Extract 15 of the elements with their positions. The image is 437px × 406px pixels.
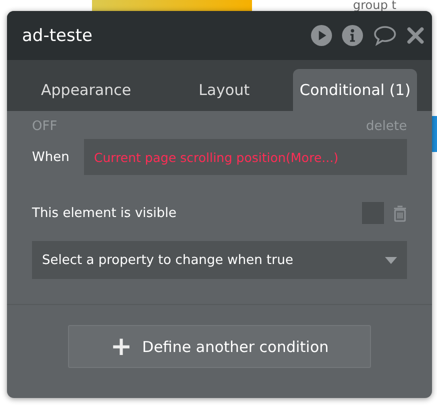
selection-handle bbox=[432, 116, 437, 152]
close-icon[interactable] bbox=[407, 27, 424, 44]
element-label: group t bbox=[353, 0, 396, 12]
comment-icon[interactable] bbox=[373, 25, 397, 46]
panel-title: ad-teste bbox=[22, 26, 94, 46]
caret-icon bbox=[385, 256, 397, 264]
info-icon[interactable] bbox=[342, 25, 363, 46]
add-condition-button[interactable]: + Define another condition bbox=[68, 325, 371, 368]
tab[interactable]: Appearance bbox=[17, 69, 156, 111]
tab[interactable]: Layout bbox=[155, 69, 294, 111]
when-label: When bbox=[32, 150, 70, 164]
tab[interactable]: Conditional (1) bbox=[293, 69, 417, 111]
property-dropdown[interactable]: Select a property to change when true bbox=[32, 241, 407, 279]
play-icon[interactable] bbox=[311, 25, 332, 46]
property-label: This element is visible bbox=[32, 206, 178, 220]
